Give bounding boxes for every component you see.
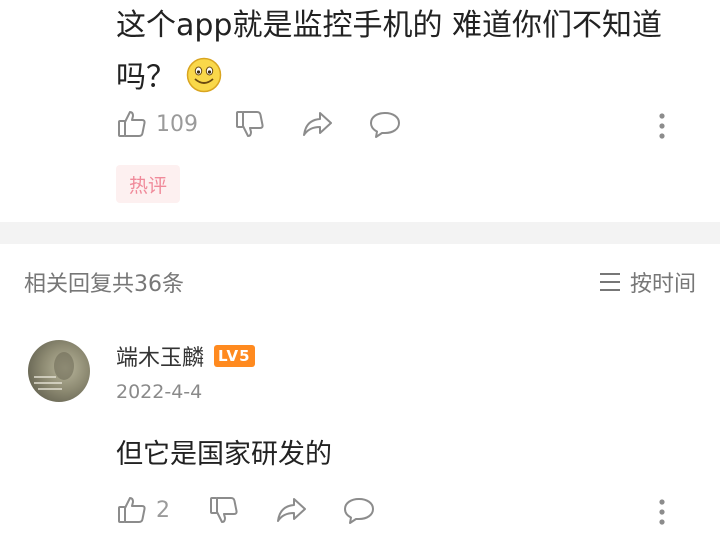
- sort-label: 按时间: [629, 272, 696, 297]
- share-arrow-icon: [277, 498, 306, 522]
- reply-button[interactable]: [368, 108, 402, 140]
- replies-header: 相关回复共36条 按时间: [24, 262, 696, 302]
- thumbs-down-icon: [210, 497, 238, 523]
- chat-bubble-icon: [344, 498, 374, 524]
- reply-like-count: 2: [156, 497, 170, 523]
- hot-comment-badge: 热评: [116, 165, 180, 203]
- reply-user-row: 端木玉麟 LV5: [116, 340, 255, 372]
- comment-detail-page: 这个app就是监控手机的 难道你们不知道吗？ 109 热评 相关回复共36条 按…: [0, 0, 720, 538]
- reply-dislike-button[interactable]: [208, 494, 240, 526]
- reply-text: 但它是国家研发的: [116, 439, 332, 470]
- like-button[interactable]: 109: [116, 108, 198, 140]
- more-options-button[interactable]: [658, 112, 666, 144]
- more-vertical-icon: [659, 499, 665, 525]
- comment-text: 这个app就是监控手机的 难道你们不知道吗？: [116, 0, 676, 104]
- reply-more-options-button[interactable]: [658, 498, 666, 530]
- share-button[interactable]: [300, 108, 334, 140]
- level-badge: LV5: [214, 345, 255, 367]
- share-arrow-icon: [303, 112, 332, 136]
- sort-lines-icon: [599, 273, 620, 291]
- reply-like-button[interactable]: 2: [116, 494, 170, 526]
- like-count: 109: [156, 111, 198, 137]
- more-vertical-icon: [659, 113, 665, 139]
- reply-comment-button[interactable]: [342, 494, 376, 526]
- dislike-button[interactable]: [234, 108, 266, 140]
- section-divider: [0, 222, 720, 244]
- reply-share-button[interactable]: [274, 494, 308, 526]
- replies-count-title: 相关回复共36条: [24, 272, 184, 297]
- smiley-emoji-icon: [186, 57, 222, 93]
- reply-date: 2022-4-4: [116, 381, 203, 403]
- chat-bubble-icon: [370, 112, 400, 138]
- username[interactable]: 端木玉麟: [116, 340, 204, 372]
- thumbs-up-icon: [118, 497, 146, 523]
- avatar[interactable]: [28, 340, 90, 402]
- reply-actions: 2: [116, 494, 696, 534]
- thumbs-down-icon: [236, 111, 264, 137]
- sort-button[interactable]: 按时间: [598, 266, 696, 298]
- comment-actions: 109: [116, 108, 696, 148]
- thumbs-up-icon: [118, 111, 146, 137]
